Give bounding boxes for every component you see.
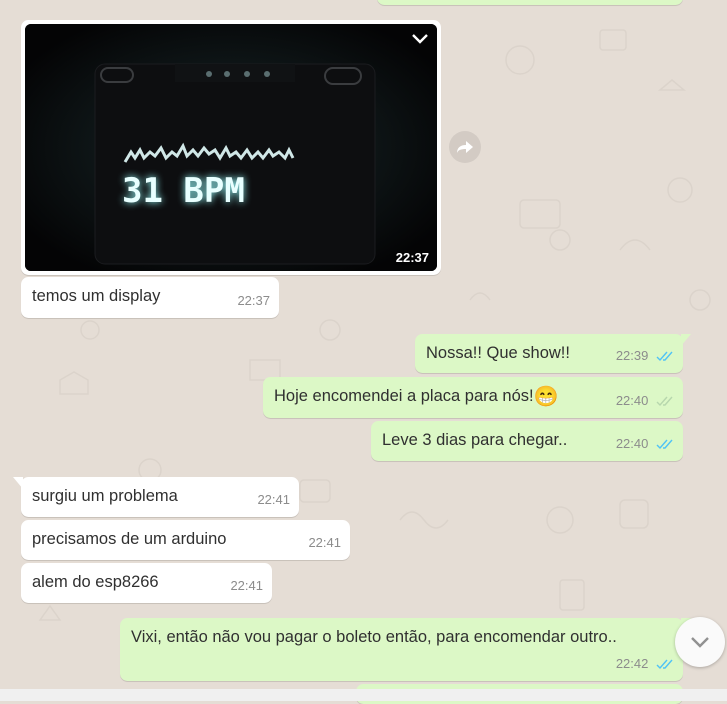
pending-check-icon <box>656 396 673 407</box>
message-text: Hoje encomendei a placa para nós! <box>274 387 534 405</box>
message-time: 22:39 <box>615 348 649 363</box>
scroll-down-button[interactable] <box>675 617 725 667</box>
message-time: 22:41 <box>308 535 341 550</box>
message-time: 22:41 <box>257 492 290 507</box>
oled-display-photo: 31 BPM <box>25 24 437 271</box>
message-text: Vixi, então não vou pagar o boleto então… <box>131 628 617 646</box>
message-time: 22:40 <box>615 436 649 451</box>
image-message-bubble[interactable]: 31 BPM 22:37 <box>21 20 441 275</box>
footer-strip <box>0 689 727 701</box>
message-text: alem do esp8266 <box>32 573 159 591</box>
message-bubble-outgoing[interactable]: Vixi, então não vou pagar o boleto então… <box>120 618 691 681</box>
message-time: 22:37 <box>237 293 270 308</box>
message-text: Nossa!! Que show!! <box>426 344 570 362</box>
message-text: surgiu um problema <box>32 487 178 505</box>
message-time: 22:41 <box>230 578 263 593</box>
message-time: 22:37 <box>395 250 429 265</box>
forward-arrow-icon[interactable] <box>449 131 481 163</box>
message-text: Leve 3 dias para chegar.. <box>382 431 568 449</box>
double-check-icon <box>656 351 673 362</box>
bubble-tail <box>13 477 23 489</box>
double-check-icon <box>656 659 673 670</box>
oled-bpm-text: 31 BPM <box>122 171 245 211</box>
previous-message-bubble <box>377 0 683 5</box>
message-bubble-outgoing[interactable]: Leve 3 dias para chegar.. 22:40 <box>371 421 683 461</box>
message-bubble-outgoing[interactable]: Hoje encomendei a placa para nós!😁 22:40 <box>263 377 683 418</box>
message-text: temos um display <box>32 287 161 305</box>
message-text: precisamos de um arduino <box>32 530 227 548</box>
message-time: 22:40 <box>615 393 649 408</box>
message-image[interactable]: 31 BPM 22:37 <box>25 24 437 271</box>
message-bubble-incoming[interactable]: precisamos de um arduino 22:41 <box>21 520 350 560</box>
message-bubble-incoming[interactable]: surgiu um problema 22:41 <box>13 477 299 517</box>
bubble-tail <box>681 334 691 346</box>
message-bubble-incoming[interactable]: alem do esp8266 22:41 <box>21 563 272 603</box>
grinning-emoji: 😁 <box>533 386 559 408</box>
message-bubble-outgoing[interactable]: Nossa!! Que show!! 22:39 <box>415 334 691 373</box>
double-check-icon <box>656 439 673 450</box>
message-bubble-incoming[interactable]: temos um display 22:37 <box>21 277 279 318</box>
media-menu-chevron-icon[interactable] <box>411 32 429 50</box>
message-time: 22:42 <box>615 656 649 671</box>
chevron-down-icon <box>691 637 709 648</box>
